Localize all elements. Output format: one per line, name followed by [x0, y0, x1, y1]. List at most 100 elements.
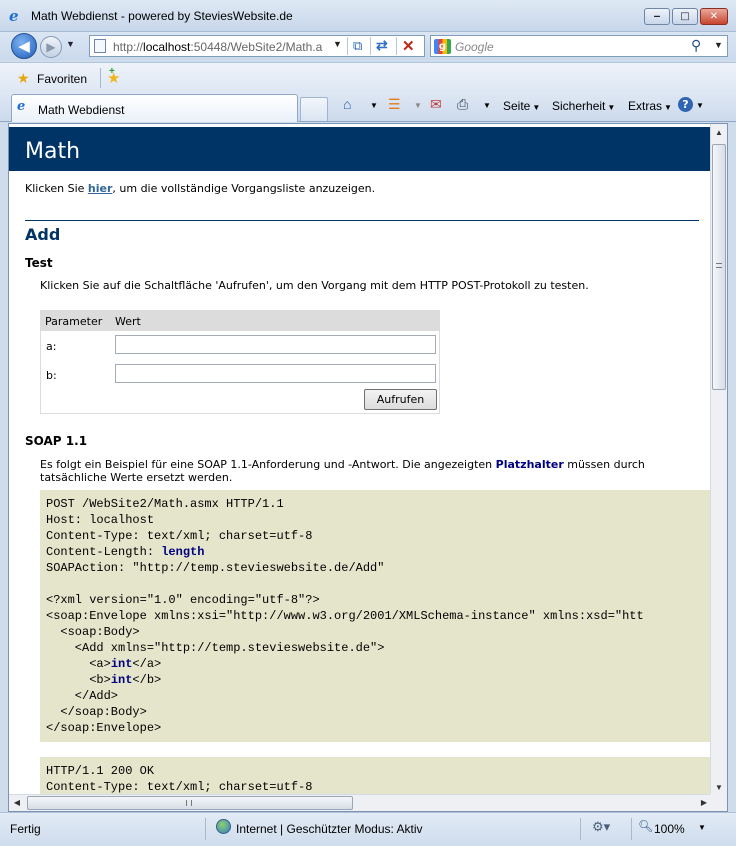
value-column-header: Wert — [115, 315, 141, 328]
maximize-button[interactable]: □ — [672, 8, 698, 25]
favorites-bar: ★ Favoriten ★ + — [0, 62, 736, 92]
param-a-input[interactable] — [115, 335, 436, 354]
param-b-input[interactable] — [115, 364, 436, 383]
home-dropdown-icon[interactable]: ▼ — [370, 101, 378, 110]
code-line: Content-Length: length — [46, 544, 711, 560]
form-header: Parameter Wert — [41, 311, 439, 331]
refresh-icon[interactable]: ⇄ — [376, 37, 388, 54]
back-button[interactable]: ◀ — [11, 33, 37, 59]
horizontal-scrollbar[interactable]: ◀ ▶ — [9, 794, 712, 811]
param-a-label: a: — [46, 340, 57, 353]
tab-math-webdienst[interactable]: e Math Webdienst — [11, 94, 298, 122]
compatibility-view-icon[interactable]: ⧉ — [353, 38, 362, 54]
chevron-down-icon: ▼ — [664, 103, 672, 112]
soap-response-sample: HTTP/1.1 200 OK Content-Type: text/xml; c… — [40, 757, 711, 796]
test-heading: Test — [25, 256, 53, 270]
page-menu-label: Seite — [503, 99, 531, 113]
back-arrow-icon: ◀ — [18, 37, 30, 55]
vertical-scrollbar[interactable]: ▲ ▼ — [710, 124, 727, 796]
scroll-up-icon[interactable]: ▲ — [711, 124, 727, 141]
code-text: <a> — [46, 657, 111, 671]
favorites-button[interactable]: Favoriten — [37, 72, 87, 86]
search-options-dropdown-icon[interactable]: ▼ — [714, 40, 723, 50]
new-tab-button[interactable] — [300, 97, 328, 121]
tab-bar: e Math Webdienst — [0, 92, 736, 122]
operations-list-link[interactable]: hier — [88, 182, 113, 195]
horizontal-scroll-thumb[interactable] — [27, 796, 353, 810]
address-dropdown-icon[interactable]: ▼ — [333, 39, 342, 49]
scrollbar-corner — [710, 794, 727, 811]
placeholder-term: Platzhalter — [495, 458, 564, 471]
code-line: HTTP/1.1 200 OK — [46, 764, 155, 778]
page-menu[interactable]: Seite ▼ — [503, 99, 540, 113]
code-line: </Add> — [46, 689, 119, 703]
feeds-icon[interactable]: ☰ — [388, 96, 401, 113]
favorites-divider — [100, 68, 101, 88]
security-zone[interactable]: Internet | Geschützter Modus: Aktiv — [236, 822, 423, 836]
print-dropdown-icon[interactable]: ▼ — [483, 101, 491, 110]
test-description: Klicken Sie auf die Schaltfläche 'Aufruf… — [40, 279, 589, 292]
soap-request-sample: POST /WebSite2/Math.asmx HTTP/1.1 Host: l… — [40, 490, 711, 742]
code-line: Content-Type: text/xml; charset=utf-8 — [46, 529, 313, 543]
grip-icon — [716, 263, 722, 268]
code-text: Content-Length: — [46, 545, 162, 559]
search-input[interactable]: Google — [455, 40, 494, 54]
search-icon[interactable]: ⚲ — [691, 37, 701, 54]
tools-menu-label: Extras — [628, 99, 663, 113]
status-bar: Fertig Internet | Geschützter Modus: Akt… — [0, 812, 736, 846]
code-line: Host: localhost — [46, 513, 155, 527]
home-icon[interactable]: ⌂ — [343, 96, 351, 112]
code-line: <a>int</a> — [46, 656, 711, 672]
ie-page-icon: e — [17, 99, 26, 114]
minimize-button[interactable]: ‒ — [644, 8, 670, 25]
address-url[interactable]: http://localhost:50448/WebSite2/Math.a — [113, 40, 341, 54]
help-icon[interactable]: ? — [678, 97, 693, 112]
scroll-left-icon[interactable]: ◀ — [9, 795, 25, 811]
address-bar[interactable]: http://localhost:50448/WebSite2/Math.a ▼… — [89, 35, 425, 57]
zoom-level[interactable]: 100% — [654, 822, 685, 836]
status-separator — [631, 818, 632, 840]
code-placeholder: int — [110, 673, 133, 687]
safety-menu[interactable]: Sicherheit ▼ — [552, 99, 615, 113]
zoom-icon[interactable]: 🔍︎ — [638, 819, 653, 833]
code-line: </soap:Body> — [46, 705, 147, 719]
page-viewport: Math Klicken Sie hier, um die vollständi… — [8, 123, 728, 812]
favorites-star-icon: ★ — [17, 70, 30, 86]
page-icon — [94, 39, 106, 53]
code-line: <soap:Envelope xmlns:xsi="http://www.w3.… — [46, 609, 644, 623]
add-favorite-icon[interactable]: ★ + — [107, 66, 120, 87]
recent-pages-dropdown-icon[interactable]: ▼ — [66, 39, 75, 49]
search-box[interactable]: g Google ⚲ ▼ — [430, 35, 728, 57]
tools-menu[interactable]: Extras ▼ — [628, 99, 672, 113]
address-separator — [396, 37, 397, 55]
code-line: <Add xmlns="http://temp.stevieswebsite.d… — [46, 641, 385, 655]
help-dropdown-icon[interactable]: ▼ — [696, 101, 704, 110]
tab-label: Math Webdienst — [38, 103, 125, 117]
navigation-bar: ◀ ▶ ▼ http://localhost:50448/WebSite2/Ma… — [0, 32, 736, 60]
popup-blocker-icon[interactable]: ⚙▾ — [592, 819, 610, 835]
maximize-icon: □ — [680, 11, 690, 22]
code-line: Content-Type: text/xml; charset=utf-8 — [46, 780, 313, 794]
zoom-dropdown-icon[interactable]: ▼ — [698, 823, 706, 832]
test-form: Parameter Wert a: b: Aufrufen — [40, 310, 440, 414]
soap-description-before: Es folgt ein Beispiel für eine SOAP 1.1-… — [40, 458, 496, 471]
status-text: Fertig — [10, 822, 41, 836]
vertical-scroll-thumb[interactable] — [712, 144, 726, 390]
google-logo-icon: g — [434, 39, 451, 54]
print-icon[interactable]: ⎙ — [457, 96, 468, 113]
minimize-icon: ‒ — [653, 11, 661, 22]
close-button[interactable]: ✕ — [700, 8, 728, 25]
forward-arrow-icon: ▶ — [46, 40, 56, 54]
feeds-dropdown-icon[interactable]: ▼ — [414, 101, 422, 110]
code-line: POST /WebSite2/Math.asmx HTTP/1.1 — [46, 497, 284, 511]
intro-text: Klicken Sie hier, um die vollständige Vo… — [25, 182, 375, 195]
stop-icon[interactable]: ✕ — [402, 37, 415, 55]
chevron-down-icon: ▼ — [607, 103, 616, 112]
page-heading: Math — [25, 139, 81, 164]
read-mail-icon[interactable]: ✉ — [430, 96, 442, 113]
intro-text-before: Klicken Sie — [25, 182, 88, 195]
url-host: localhost — [143, 40, 191, 54]
forward-button[interactable]: ▶ — [40, 36, 62, 58]
window-controls: ‒ □ ✕ — [642, 8, 728, 25]
invoke-button[interactable]: Aufrufen — [364, 389, 437, 410]
